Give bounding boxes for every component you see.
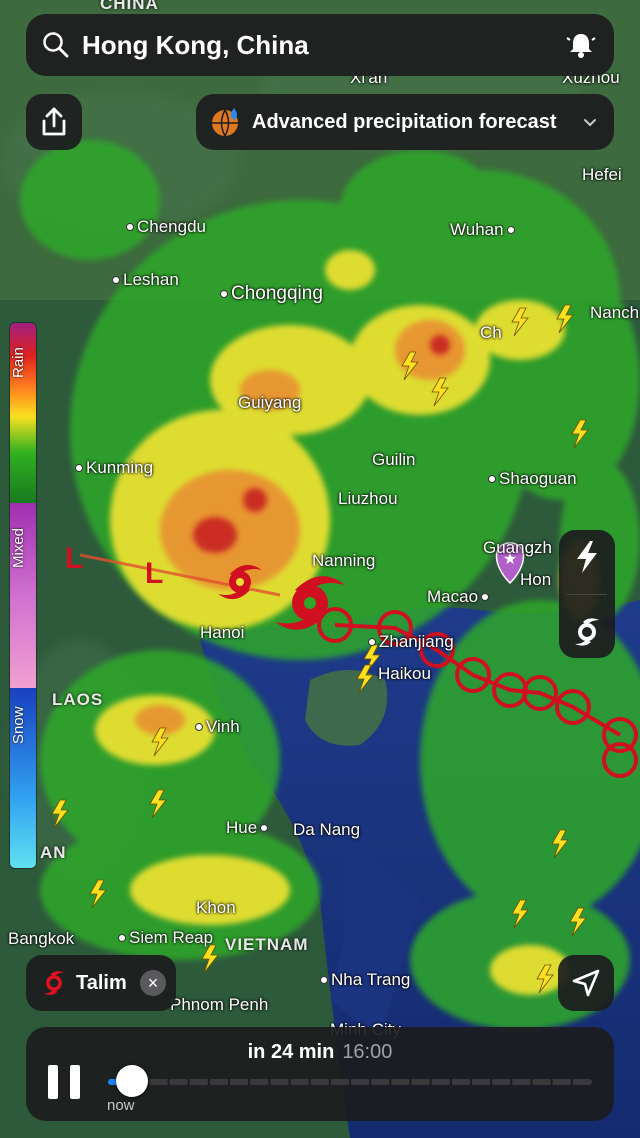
timeline-now-label: now xyxy=(107,1097,135,1114)
pause-icon-bar xyxy=(48,1065,58,1099)
legend-label-mixed: Mixed xyxy=(10,528,27,569)
svg-text:L: L xyxy=(145,557,163,590)
bell-icon[interactable] xyxy=(566,30,596,60)
map-label-guilin: Guilin xyxy=(372,450,416,469)
map-label-nanchang: Nanch xyxy=(590,303,640,322)
map-overlay-toolbar xyxy=(559,530,615,658)
hurricane-icon xyxy=(40,969,68,997)
map-label-da-nang: Da Nang xyxy=(293,820,361,839)
map-label-chongqing: Chongqing xyxy=(220,283,323,305)
map-label-liuzhou: Liuzhou xyxy=(338,489,398,508)
pause-icon-bar xyxy=(70,1065,80,1099)
hurricane-layer-icon[interactable] xyxy=(571,616,603,648)
map-label-phnom-penh: Phnom Penh xyxy=(170,995,269,1014)
timeline-slider[interactable] xyxy=(108,1079,592,1085)
map-label-hue: Hue xyxy=(226,818,271,838)
share-icon xyxy=(38,106,70,138)
map-label-chengdu: Chengdu xyxy=(126,217,206,237)
forecast-time: in 24 min 16:00 xyxy=(26,1041,614,1064)
map-label-guiyang: Guiyang xyxy=(238,393,302,412)
time-relative: in 24 min xyxy=(247,1041,335,1063)
search-location-text[interactable]: Hong Kong, China xyxy=(82,30,566,61)
my-location-button[interactable] xyxy=(558,955,614,1011)
location-arrow-icon xyxy=(571,968,601,998)
globe-rain-icon xyxy=(210,106,242,138)
map-label-leshan: Leshan xyxy=(112,270,179,290)
search-bar[interactable]: Hong Kong, China xyxy=(26,14,614,76)
map-label-laos: LAOS xyxy=(52,690,104,709)
map-label-guangzhou: Guangzh xyxy=(483,538,552,557)
layer-selector-label: Advanced precipitation forecast xyxy=(252,110,557,133)
time-clock: 16:00 xyxy=(342,1041,393,1063)
layer-selector-button[interactable]: Advanced precipitation forecast xyxy=(196,94,614,150)
storm-name: Talim xyxy=(76,971,127,994)
search-icon xyxy=(42,31,70,59)
pause-button[interactable] xyxy=(48,1065,80,1099)
chevron-down-icon xyxy=(582,114,598,130)
map-label-nanning: Nanning xyxy=(312,551,376,570)
map-label-hanoi: Hanoi xyxy=(200,623,245,642)
map-label-vinh: Vinh xyxy=(195,717,240,737)
map-label-khon: Khon xyxy=(196,898,236,917)
toolbar-divider xyxy=(567,594,607,596)
map-label-shaoguan: Shaoguan xyxy=(488,469,577,489)
map-label-hong-kong: Hon xyxy=(520,570,552,589)
legend-label-rain: Rain xyxy=(10,347,27,379)
map-label-an: AN xyxy=(40,843,67,862)
svg-text:L: L xyxy=(65,542,83,575)
map-label-wuhan: Wuhan xyxy=(450,220,518,240)
lightning-layer-icon[interactable] xyxy=(573,540,601,574)
map-label-nha-trang: Nha Trang xyxy=(320,970,410,990)
map-label-macao: Macao xyxy=(427,587,492,607)
map-label-zhanjiang: Zhanjiang xyxy=(368,632,454,652)
storm-chip[interactable]: Talim × xyxy=(26,955,176,1011)
close-icon[interactable]: × xyxy=(140,970,166,996)
precipitation-legend: Rain Mixed Snow xyxy=(9,322,37,869)
map-label-vietnam: VIETNAM xyxy=(225,935,309,954)
map-label-china: CHINA xyxy=(100,0,159,13)
map-label-changsha: Ch xyxy=(480,323,502,342)
timeline-knob[interactable] xyxy=(116,1065,148,1097)
map-label-siem-reap: Siem Reap xyxy=(118,928,213,948)
map-label-bangkok: Bangkok xyxy=(8,929,75,948)
map-label-hefei: Hefei xyxy=(582,165,622,184)
share-button[interactable] xyxy=(26,94,82,150)
map-label-haikou: Haikou xyxy=(378,664,431,683)
playback-panel: in 24 min 16:00 now xyxy=(26,1027,614,1121)
map-label-kunming: Kunming xyxy=(75,458,153,478)
legend-label-snow: Snow xyxy=(10,706,27,744)
